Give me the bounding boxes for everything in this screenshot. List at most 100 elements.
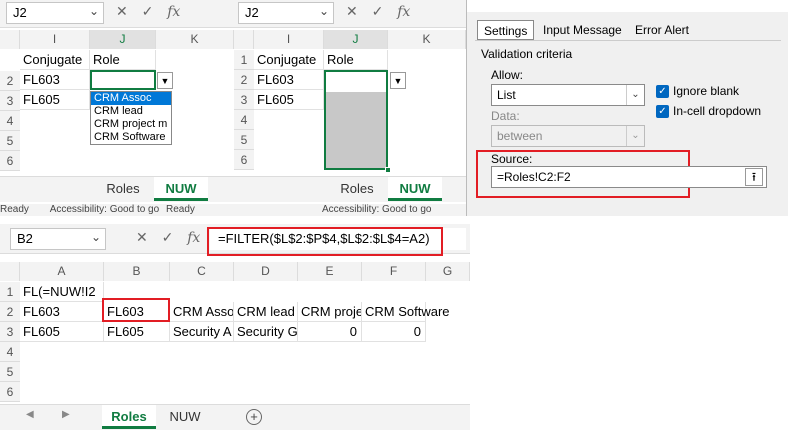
col-header-j[interactable]: J bbox=[324, 30, 388, 49]
row-header-1[interactable]: 1 bbox=[0, 282, 20, 302]
cell-b3[interactable]: FL605 bbox=[104, 322, 170, 342]
list-item[interactable]: CRM lead bbox=[91, 105, 171, 118]
cell-f3[interactable]: 0 bbox=[362, 322, 426, 342]
enter-icon[interactable]: ✓ bbox=[142, 3, 154, 19]
tab-scroll-right-icon[interactable]: ▶ bbox=[62, 409, 70, 420]
range-select-icon[interactable]: ⭱ bbox=[745, 168, 763, 186]
chevron-down-icon[interactable]: ⌄ bbox=[91, 230, 101, 244]
cell-a2[interactable]: FL603 bbox=[20, 302, 104, 322]
cell-c3[interactable]: Security A bbox=[170, 322, 234, 342]
in-cell-dropdown-label: In-cell dropdown bbox=[673, 104, 762, 118]
cell-c2[interactable]: CRM Asso bbox=[170, 302, 234, 322]
cell-e2[interactable]: CRM proje bbox=[298, 302, 362, 322]
selected-range-j2-j6[interactable] bbox=[324, 70, 388, 170]
col-header-g[interactable]: G bbox=[426, 262, 470, 281]
cell-i1[interactable]: Conjugate bbox=[254, 50, 324, 70]
col-header-i[interactable]: I bbox=[20, 30, 90, 49]
add-sheet-icon[interactable]: + bbox=[246, 409, 262, 425]
col-header-i[interactable]: I bbox=[254, 30, 324, 49]
sheet-tab-bar: Roles NUW bbox=[0, 176, 234, 202]
list-item[interactable]: CRM Software bbox=[91, 131, 171, 144]
row-header-3[interactable]: 3 bbox=[0, 322, 20, 342]
row-header-6[interactable]: 6 bbox=[0, 382, 20, 402]
cell-a3[interactable]: FL605 bbox=[20, 322, 104, 342]
row-header-4[interactable]: 4 bbox=[0, 342, 20, 362]
name-box[interactable]: J2 ⌄ bbox=[6, 2, 104, 24]
tab-roles[interactable]: Roles bbox=[330, 177, 384, 201]
row-header-6[interactable]: 6 bbox=[234, 150, 254, 170]
tab-input-message[interactable]: Input Message bbox=[537, 20, 628, 40]
row-header-4[interactable]: 4 bbox=[234, 110, 254, 130]
name-box[interactable]: B2 ⌄ bbox=[10, 228, 106, 250]
name-box-value: B2 bbox=[17, 231, 33, 246]
col-header-a[interactable]: A bbox=[20, 262, 104, 281]
enter-icon[interactable]: ✓ bbox=[162, 229, 174, 245]
tab-roles[interactable]: Roles bbox=[96, 177, 150, 201]
allow-select[interactable]: List ⌄ bbox=[491, 84, 645, 106]
in-cell-dropdown-checkbox[interactable]: ✓ bbox=[656, 105, 669, 118]
cancel-icon[interactable]: ✕ bbox=[136, 229, 148, 245]
dropdown-arrow-button[interactable]: ▼ bbox=[390, 72, 406, 89]
name-box[interactable]: J2 ⌄ bbox=[238, 2, 334, 24]
row-header-4[interactable]: 4 bbox=[0, 111, 20, 131]
fx-icon[interactable]: fx bbox=[167, 4, 180, 20]
col-header-f[interactable]: F bbox=[362, 262, 426, 281]
tab-roles[interactable]: Roles bbox=[102, 405, 156, 429]
row-header-2[interactable]: 2 bbox=[0, 71, 20, 91]
row-header-6[interactable]: 6 bbox=[0, 151, 20, 171]
tab-nuw[interactable]: NUW bbox=[158, 405, 212, 429]
tab-scroll-left-icon[interactable]: ◀ bbox=[26, 409, 34, 420]
col-header-j[interactable]: J bbox=[90, 30, 156, 49]
row-header-3[interactable]: 3 bbox=[0, 91, 20, 111]
cancel-icon[interactable]: ✕ bbox=[116, 3, 128, 19]
cell-d3[interactable]: Security G bbox=[234, 322, 298, 342]
col-header-e[interactable]: E bbox=[298, 262, 362, 281]
cell-i3[interactable]: FL605 bbox=[20, 90, 90, 110]
dropdown-arrow-button[interactable]: ▼ bbox=[157, 72, 173, 89]
data-validation-dialog: Settings Input Message Error Alert Valid… bbox=[466, 0, 788, 216]
cell-j1[interactable]: Role bbox=[90, 50, 156, 70]
cell-i2[interactable]: FL603 bbox=[20, 70, 90, 90]
cell-d2[interactable]: CRM lead bbox=[234, 302, 298, 322]
fx-icon[interactable]: fx bbox=[397, 4, 410, 20]
source-input[interactable]: =Roles!C2:F2 bbox=[491, 166, 767, 188]
list-item[interactable]: CRM project m bbox=[91, 118, 171, 131]
chevron-down-icon[interactable]: ⌄ bbox=[626, 85, 644, 105]
row-header-2[interactable]: 2 bbox=[234, 70, 254, 90]
validation-dropdown-list[interactable]: CRM Assoc CRM lead CRM project m CRM Sof… bbox=[90, 91, 172, 145]
row-header-3[interactable]: 3 bbox=[234, 90, 254, 110]
cancel-icon[interactable]: ✕ bbox=[346, 3, 358, 19]
enter-icon[interactable]: ✓ bbox=[372, 3, 384, 19]
col-header-k[interactable]: K bbox=[388, 30, 466, 49]
ignore-blank-checkbox[interactable]: ✓ bbox=[656, 85, 669, 98]
middle-sheet-panel: J2 ⌄ ✕ ✓ fx I J K 1 2 3 4 5 6 Conjugate … bbox=[234, 0, 466, 216]
row-header-2[interactable]: 2 bbox=[0, 302, 20, 322]
cell-i1[interactable]: Conjugate bbox=[20, 50, 90, 70]
row-header-5[interactable]: 5 bbox=[234, 130, 254, 150]
cell-j1[interactable]: Role bbox=[324, 50, 388, 70]
tab-error-alert[interactable]: Error Alert bbox=[629, 20, 695, 40]
cell-i3[interactable]: FL605 bbox=[254, 90, 324, 110]
tab-nuw[interactable]: NUW bbox=[154, 177, 208, 201]
accessibility-status[interactable]: Accessibility: Good to go bbox=[322, 204, 432, 215]
col-header-k[interactable]: K bbox=[156, 30, 234, 49]
list-item[interactable]: CRM Assoc bbox=[91, 92, 171, 105]
cell-i2[interactable]: FL603 bbox=[254, 70, 324, 90]
col-header-b[interactable]: B bbox=[104, 262, 170, 281]
cell-j2[interactable] bbox=[90, 70, 156, 90]
chevron-down-icon[interactable]: ⌄ bbox=[89, 4, 99, 18]
cell-a1[interactable]: FL(=NUW!I2 bbox=[20, 282, 104, 302]
fx-icon[interactable]: fx bbox=[187, 230, 200, 246]
tab-nuw[interactable]: NUW bbox=[388, 177, 442, 201]
accessibility-status[interactable]: Accessibility: Good to go bbox=[50, 204, 160, 215]
chevron-down-icon[interactable]: ⌄ bbox=[319, 4, 329, 18]
fill-handle[interactable] bbox=[385, 167, 391, 173]
col-header-d[interactable]: D bbox=[234, 262, 298, 281]
row-header-1[interactable]: 1 bbox=[234, 50, 254, 70]
cell-f2[interactable]: CRM Software bbox=[362, 302, 450, 322]
cell-e3[interactable]: 0 bbox=[298, 322, 362, 342]
row-header-5[interactable]: 5 bbox=[0, 362, 20, 382]
tab-settings[interactable]: Settings bbox=[477, 20, 535, 40]
col-header-c[interactable]: C bbox=[170, 262, 234, 281]
row-header-5[interactable]: 5 bbox=[0, 131, 20, 151]
